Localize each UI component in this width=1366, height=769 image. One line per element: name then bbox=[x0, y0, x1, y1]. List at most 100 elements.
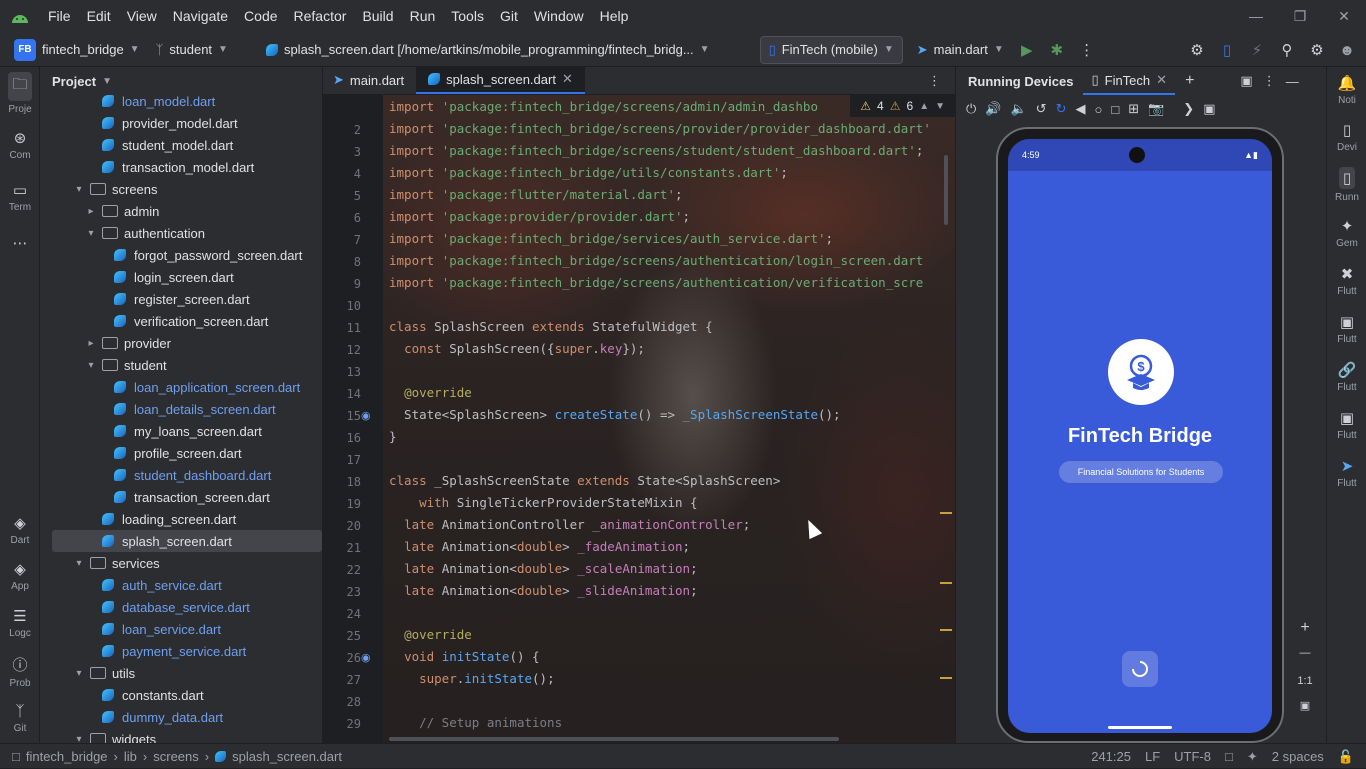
breadcrumb-project[interactable]: fintech_bridge bbox=[26, 749, 108, 764]
tool-running-devices[interactable]: ▯ Runn bbox=[1327, 161, 1366, 209]
breadcrumb-lib[interactable]: lib bbox=[124, 749, 137, 764]
inspection-widget[interactable]: ⚠ 4 ⚠ 6 ▲ ▼ bbox=[850, 95, 955, 117]
tool-flutter-deeplinks[interactable]: 🔗 Flutt bbox=[1327, 353, 1366, 401]
menu-refactor[interactable]: Refactor bbox=[286, 0, 355, 33]
tree-file[interactable]: verification_screen.dart bbox=[52, 310, 322, 332]
tree-file[interactable]: login_screen.dart bbox=[52, 266, 322, 288]
chevron-right-icon[interactable]: ▸ bbox=[84, 338, 98, 349]
tool-terminal[interactable]: ▭ Term bbox=[0, 171, 40, 223]
tool-flutter-performance[interactable]: ▣ Flutt bbox=[1327, 401, 1366, 449]
tool-notifications[interactable]: 🔔 Noti bbox=[1327, 67, 1366, 113]
chevron-down-icon[interactable]: ▾ bbox=[72, 184, 86, 195]
tree-file[interactable]: provider_model.dart bbox=[52, 112, 322, 134]
warning-stripe[interactable] bbox=[940, 629, 952, 631]
tree-file[interactable]: loan_service.dart bbox=[52, 618, 322, 640]
tree-file[interactable]: student_dashboard.dart bbox=[52, 464, 322, 486]
breadcrumb-screens[interactable]: screens bbox=[153, 749, 199, 764]
chevron-up-icon[interactable]: ▲ bbox=[919, 101, 929, 112]
menu-navigate[interactable]: Navigate bbox=[165, 0, 236, 33]
tool-problems[interactable]: ⓘ Prob bbox=[0, 647, 40, 695]
branch-switcher[interactable]: ᛉ student ▼ bbox=[148, 36, 236, 64]
volume-down-icon[interactable]: 🔈 bbox=[1010, 101, 1026, 117]
device-mirror-icon[interactable]: ▯ bbox=[1212, 36, 1242, 64]
tree-file[interactable]: payment_service.dart bbox=[52, 640, 322, 662]
run-icon[interactable]: ▶ bbox=[1012, 36, 1042, 64]
tree-file[interactable]: dummy_data.dart bbox=[52, 706, 322, 728]
tree-folder[interactable]: ▾ student bbox=[52, 354, 322, 376]
options-icon[interactable]: ⋮ bbox=[1263, 73, 1276, 89]
chevron-down-icon[interactable]: ▾ bbox=[72, 668, 86, 679]
hot-reload-icon[interactable]: ⚡ bbox=[1242, 36, 1272, 64]
tool-flutter-outline[interactable]: ▣ Flutt bbox=[1327, 305, 1366, 353]
chevron-down-icon[interactable]: ▾ bbox=[72, 734, 86, 744]
tool-device-manager[interactable]: ▯ Devi bbox=[1327, 113, 1366, 161]
tool-commit[interactable]: ⊛ Com bbox=[0, 119, 40, 171]
tree-file[interactable]: splash_screen.dart bbox=[52, 530, 322, 552]
rotate-left-icon[interactable]: ↺ bbox=[1036, 101, 1047, 117]
tab-main-dart[interactable]: ➤ main.dart bbox=[323, 67, 416, 94]
menu-tools[interactable]: Tools bbox=[443, 0, 492, 33]
tree-folder[interactable]: ▾ screens bbox=[52, 178, 322, 200]
tree-folder[interactable]: ▾ widgets bbox=[52, 728, 322, 743]
tree-folder[interactable]: ▾ services bbox=[52, 552, 322, 574]
tool-app-inspection[interactable]: ◈ App bbox=[0, 553, 40, 599]
chevron-down-icon[interactable]: ▾ bbox=[72, 558, 86, 569]
fit-screen-icon[interactable]: ▣ bbox=[1294, 699, 1316, 712]
lock-icon[interactable]: 🔓 bbox=[1338, 749, 1354, 765]
tree-file[interactable]: loan_application_screen.dart bbox=[52, 376, 322, 398]
screenshot-icon[interactable]: 📷 bbox=[1148, 101, 1164, 117]
close-tab-icon[interactable]: ✕ bbox=[1156, 72, 1167, 88]
more-actions-icon[interactable]: ⋮ bbox=[1072, 36, 1102, 64]
line-separator[interactable]: LF bbox=[1145, 749, 1160, 764]
menu-edit[interactable]: Edit bbox=[79, 0, 119, 33]
tree-file[interactable]: register_screen.dart bbox=[52, 288, 322, 310]
settings-icon[interactable]: ⚙ bbox=[1302, 36, 1332, 64]
menu-code[interactable]: Code bbox=[236, 0, 285, 33]
tool-flutter-inspector[interactable]: ✖ Flutt bbox=[1327, 257, 1366, 305]
phone-screen[interactable]: 4:59 ▲▮ $ FinTech Bridge Financial Solut… bbox=[1008, 139, 1272, 733]
editor-h-scrollbar[interactable] bbox=[389, 737, 839, 741]
tree-folder[interactable]: ▸ admin bbox=[52, 200, 322, 222]
window-icon[interactable]: ▣ bbox=[1203, 101, 1215, 117]
menu-window[interactable]: Window bbox=[526, 0, 592, 33]
bug-icon[interactable]: ⚙ bbox=[1182, 36, 1212, 64]
search-icon[interactable]: ⚲ bbox=[1272, 36, 1302, 64]
menu-file[interactable]: File bbox=[40, 0, 79, 33]
home-icon[interactable]: ○ bbox=[1094, 102, 1102, 117]
debug-icon[interactable]: ✱ bbox=[1042, 36, 1072, 64]
tree-file[interactable]: constants.dart bbox=[52, 684, 322, 706]
expand-icon[interactable]: ❯ bbox=[1183, 101, 1194, 117]
tool-dart[interactable]: ◈ Dart bbox=[0, 507, 40, 553]
add-device-icon[interactable]: + bbox=[1185, 72, 1194, 90]
tool-gemini[interactable]: ✦ Gem bbox=[1327, 209, 1366, 257]
warning-stripe[interactable] bbox=[940, 677, 952, 679]
zoom-out-icon[interactable]: — bbox=[1294, 647, 1316, 659]
restore-icon[interactable]: ❐ bbox=[1278, 0, 1322, 33]
back-icon[interactable]: ◀ bbox=[1075, 101, 1085, 117]
tree-file[interactable]: my_loans_screen.dart bbox=[52, 420, 322, 442]
file-path-widget[interactable]: splash_screen.dart [/home/artkins/mobile… bbox=[258, 36, 718, 64]
volume-up-icon[interactable]: 🔊 bbox=[985, 101, 1001, 117]
device-tab[interactable]: ▯ FinTech ✕ bbox=[1083, 67, 1176, 95]
caret-position[interactable]: 241:25 bbox=[1091, 749, 1131, 764]
chevron-down-icon[interactable]: ▾ bbox=[84, 228, 98, 239]
project-switcher[interactable]: FB fintech_bridge ▼ bbox=[6, 36, 148, 64]
tree-file[interactable]: loan_model.dart bbox=[52, 90, 322, 112]
tree-file[interactable]: student_model.dart bbox=[52, 134, 322, 156]
overview-icon[interactable]: □ bbox=[1111, 102, 1119, 117]
tab-splash-screen[interactable]: splash_screen.dart ✕ bbox=[416, 67, 585, 94]
menu-build[interactable]: Build bbox=[354, 0, 401, 33]
chat-icon[interactable]: □ bbox=[1225, 749, 1233, 764]
tree-folder[interactable]: ▸ provider bbox=[52, 332, 322, 354]
chevron-down-icon[interactable]: ▼ bbox=[935, 101, 945, 112]
breadcrumb-file[interactable]: splash_screen.dart bbox=[232, 749, 342, 764]
chevron-down-icon[interactable]: ▾ bbox=[84, 360, 98, 371]
tree-file[interactable]: loading_screen.dart bbox=[52, 508, 322, 530]
tree-file[interactable]: profile_screen.dart bbox=[52, 442, 322, 464]
tree-file[interactable]: loan_details_screen.dart bbox=[52, 398, 322, 420]
device-selector[interactable]: ▯ FinTech (mobile) ▼ bbox=[759, 35, 903, 64]
minimize-icon[interactable]: — bbox=[1234, 0, 1278, 33]
menu-run[interactable]: Run bbox=[402, 0, 444, 33]
tool-project[interactable]: 🗀 Proje bbox=[0, 67, 40, 119]
avatar[interactable]: ☻ bbox=[1332, 36, 1362, 64]
